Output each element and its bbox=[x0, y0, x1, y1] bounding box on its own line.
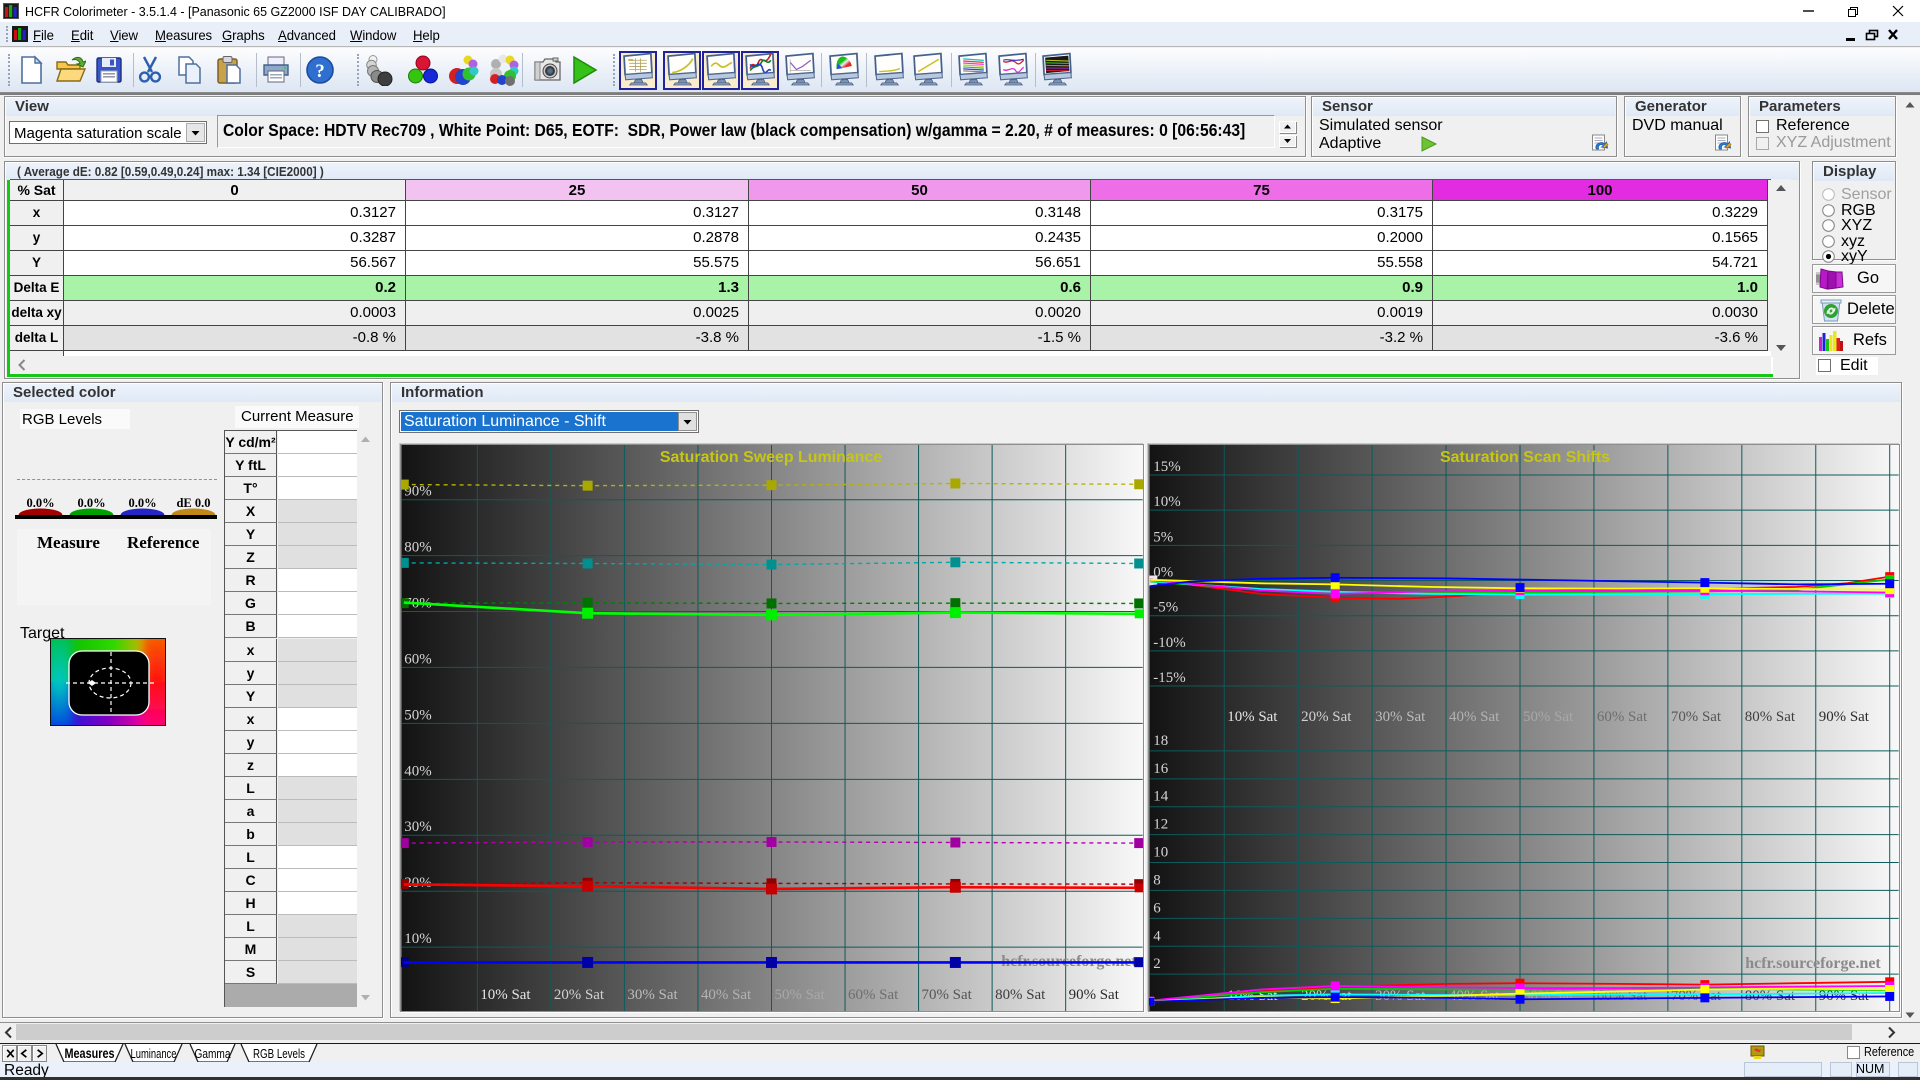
svg-text:10: 10 bbox=[1153, 845, 1168, 861]
svg-text:8: 8 bbox=[1153, 872, 1160, 888]
svg-text:18: 18 bbox=[1153, 733, 1168, 749]
svg-text:30% Sat: 30% Sat bbox=[1375, 709, 1426, 725]
svg-text:30%: 30% bbox=[404, 819, 431, 835]
svg-text:5%: 5% bbox=[1153, 529, 1173, 545]
svg-text:80%: 80% bbox=[404, 540, 431, 556]
svg-text:50% Sat: 50% Sat bbox=[1523, 988, 1574, 1004]
svg-text:-15%: -15% bbox=[1153, 670, 1185, 686]
svg-text:14: 14 bbox=[1153, 789, 1168, 805]
svg-text:10%: 10% bbox=[1153, 494, 1180, 510]
svg-text:40% Sat: 40% Sat bbox=[701, 987, 752, 1003]
svg-text:Gamma: Gamma bbox=[195, 1046, 232, 1061]
svg-text:15%: 15% bbox=[1153, 459, 1180, 475]
svg-text:20% Sat: 20% Sat bbox=[554, 987, 605, 1003]
svg-text:90% Sat: 90% Sat bbox=[1069, 987, 1120, 1003]
svg-text:70% Sat: 70% Sat bbox=[1671, 709, 1722, 725]
svg-text:60% Sat: 60% Sat bbox=[848, 987, 899, 1003]
svg-text:80% Sat: 80% Sat bbox=[1745, 709, 1796, 725]
svg-text:40% Sat: 40% Sat bbox=[1449, 709, 1500, 725]
svg-text:12: 12 bbox=[1153, 817, 1168, 833]
svg-text:20% Sat: 20% Sat bbox=[1301, 709, 1352, 725]
svg-text:Saturation Scan Shifts: Saturation Scan Shifts bbox=[1440, 449, 1610, 466]
svg-text:80% Sat: 80% Sat bbox=[1745, 988, 1796, 1004]
svg-text:70% Sat: 70% Sat bbox=[922, 987, 973, 1003]
svg-text:Measures: Measures bbox=[65, 1046, 115, 1061]
svg-text:2: 2 bbox=[1153, 956, 1160, 972]
svg-text:?: ? bbox=[315, 61, 325, 82]
svg-text:60%: 60% bbox=[404, 651, 431, 667]
svg-text:RGB Levels: RGB Levels bbox=[253, 1046, 305, 1061]
svg-text:40%: 40% bbox=[404, 763, 431, 779]
svg-text:10%: 10% bbox=[404, 931, 431, 947]
svg-text:50%: 50% bbox=[404, 707, 431, 723]
svg-text:90% Sat: 90% Sat bbox=[1819, 709, 1870, 725]
svg-text:30% Sat: 30% Sat bbox=[627, 987, 678, 1003]
svg-text:10% Sat: 10% Sat bbox=[1227, 709, 1278, 725]
svg-text:-5%: -5% bbox=[1153, 600, 1178, 616]
svg-text:16: 16 bbox=[1153, 761, 1168, 777]
svg-text:4: 4 bbox=[1153, 928, 1161, 944]
svg-text:60% Sat: 60% Sat bbox=[1597, 709, 1648, 725]
svg-text:hcfr.sourceforge.net: hcfr.sourceforge.net bbox=[1745, 955, 1881, 972]
svg-text:Saturation Sweep Luminance: Saturation Sweep Luminance bbox=[660, 449, 882, 466]
svg-text:6: 6 bbox=[1153, 900, 1161, 916]
svg-text:50% Sat: 50% Sat bbox=[1523, 709, 1574, 725]
svg-text:-10%: -10% bbox=[1153, 635, 1185, 651]
svg-text:10% Sat: 10% Sat bbox=[480, 987, 531, 1003]
svg-text:80% Sat: 80% Sat bbox=[995, 987, 1046, 1003]
svg-text:Luminance: Luminance bbox=[131, 1046, 177, 1061]
svg-text:50% Sat: 50% Sat bbox=[774, 987, 825, 1003]
